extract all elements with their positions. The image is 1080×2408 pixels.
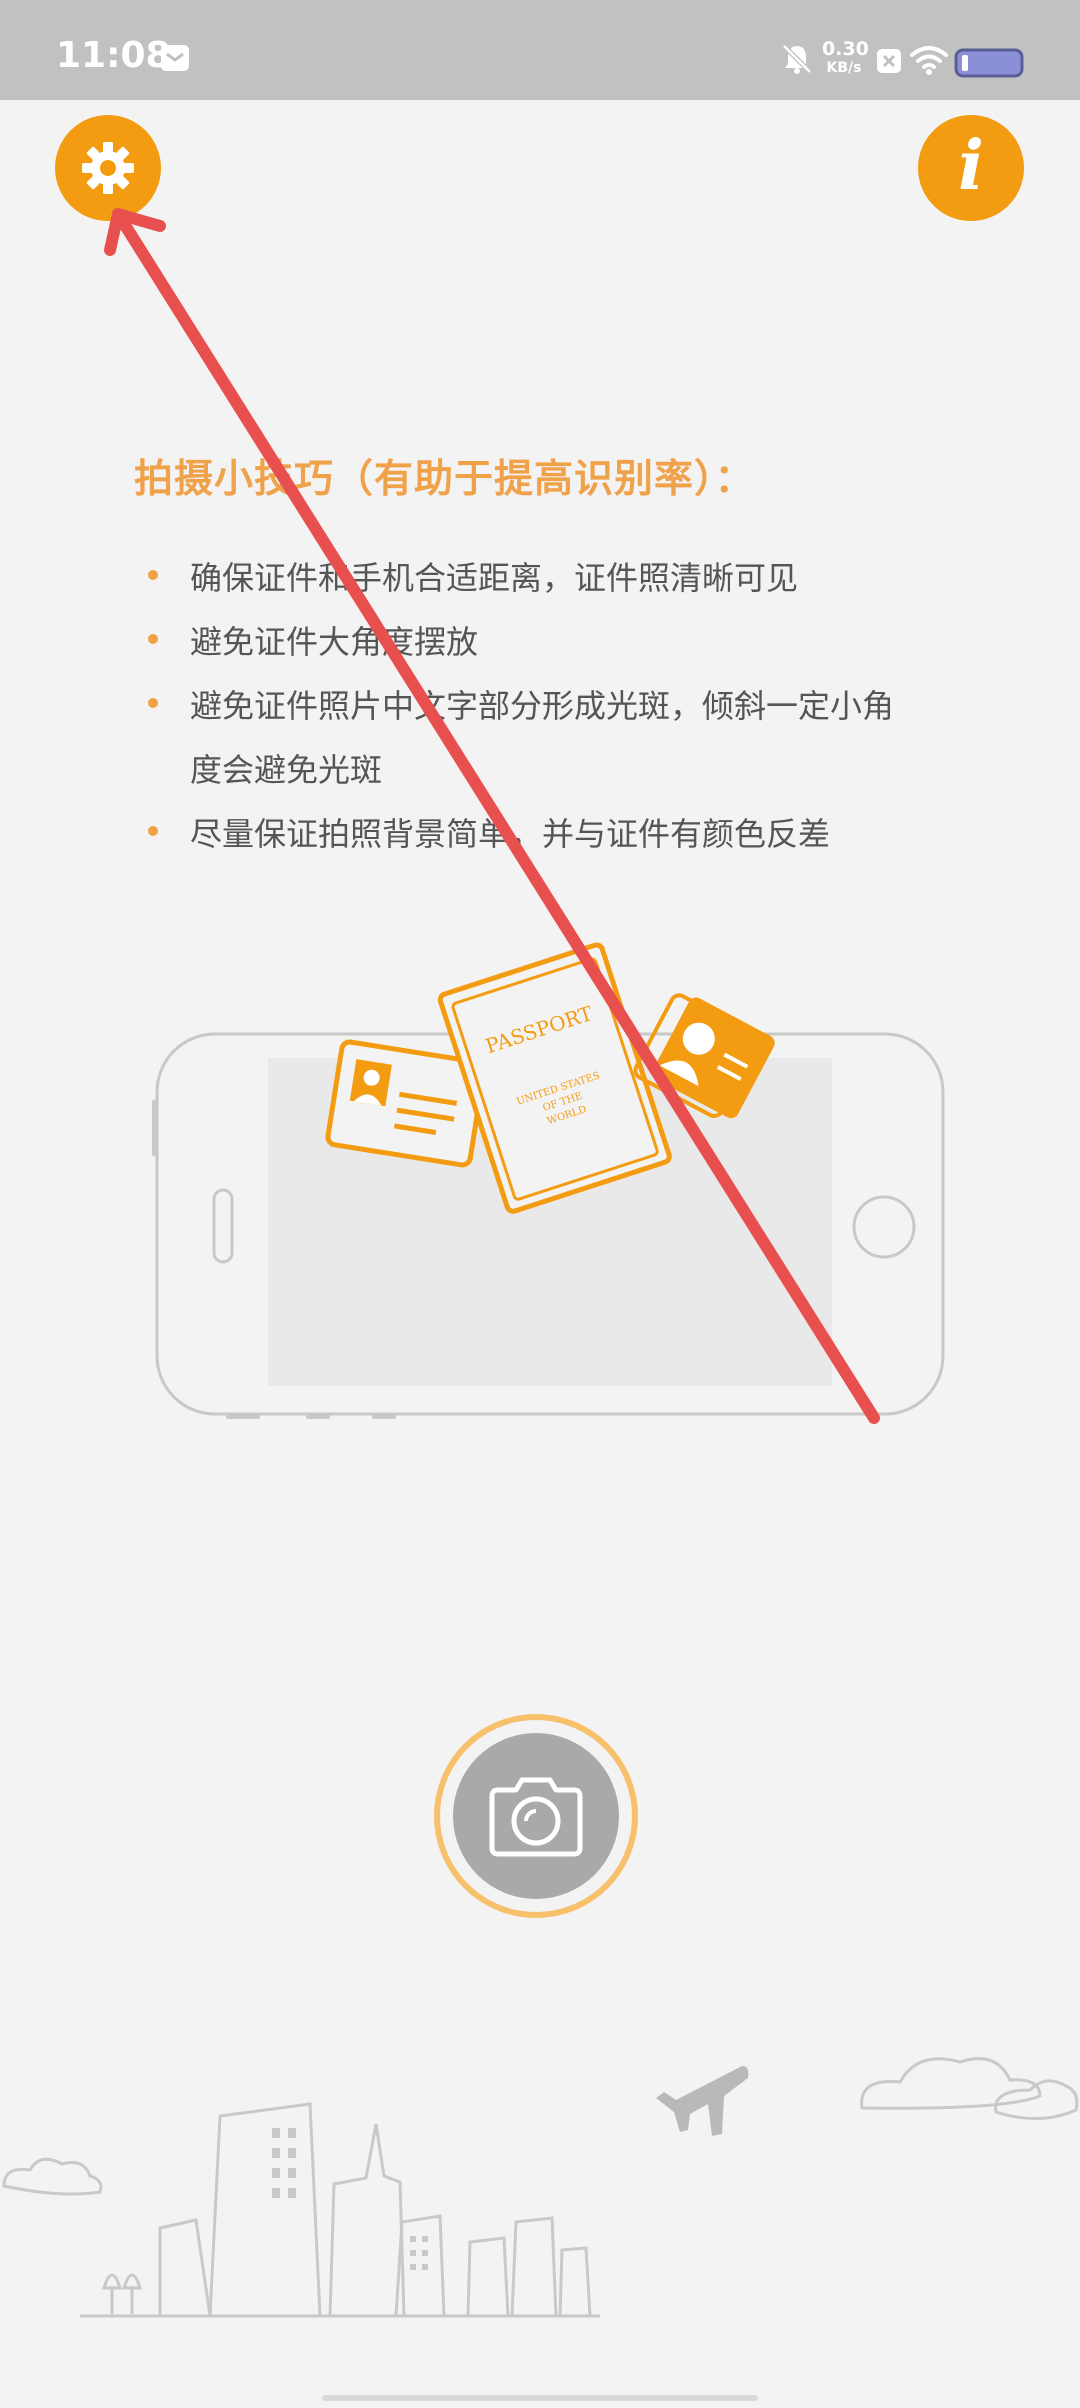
phone-home-button	[852, 1195, 916, 1259]
mail-icon	[161, 45, 189, 71]
tips-title: 拍摄小技巧（有助于提高识别率）：	[134, 457, 755, 502]
phone-speaker	[212, 1188, 234, 1264]
bell-muted-icon	[782, 44, 812, 74]
phone-side-button	[152, 1100, 158, 1156]
net-speed: 0.30 KB/s	[822, 38, 869, 76]
battery-icon	[954, 48, 1024, 78]
building	[558, 2246, 592, 2317]
capture-button-inner	[453, 1733, 619, 1899]
tip-item: 确保证件和手机合适距离，证件照清晰可见	[148, 546, 950, 610]
tip-item: 尽量保证拍照背景简单，并与证件有颜色反差	[148, 802, 950, 866]
tree	[101, 2273, 123, 2314]
building	[208, 2102, 322, 2317]
building	[510, 2216, 558, 2317]
status-bar: 11:08 0.30 KB/s	[0, 0, 1080, 100]
capture-button[interactable]	[434, 1714, 638, 1918]
cloud-right-small	[994, 2079, 1079, 2120]
gear-icon	[82, 142, 134, 194]
cloud-right	[860, 2057, 1042, 2110]
tips-list: 确保证件和手机合适距离，证件照清晰可见 避免证件大角度摆放 避免证件照片中文字部…	[148, 546, 950, 866]
city-skyline-illustration	[2, 2057, 1079, 2318]
wifi-icon	[910, 46, 948, 75]
tip-item: 避免证件大角度摆放	[148, 610, 950, 674]
building	[328, 2123, 406, 2317]
tip-item: 避免证件照片中文字部分形成光斑，倾斜一定小角度会避免光斑	[148, 674, 910, 802]
info-button[interactable]: i	[918, 115, 1024, 221]
net-speed-value: 0.30	[822, 38, 869, 60]
home-indicator[interactable]	[322, 2395, 758, 2401]
status-time: 11:08	[56, 35, 171, 76]
x-box-icon	[877, 49, 901, 73]
phone-illustration: PASSPORT UNITED STATES OF THE WORLD	[152, 942, 945, 1419]
building	[158, 2218, 212, 2317]
camera-icon	[489, 1777, 583, 1857]
tree	[121, 2273, 143, 2314]
net-speed-unit: KB/s	[826, 60, 862, 76]
airplane-icon	[656, 2066, 749, 2136]
cloud-left	[2, 2157, 103, 2196]
settings-button[interactable]	[55, 115, 161, 221]
building	[466, 2236, 510, 2317]
info-icon: i	[958, 126, 984, 206]
